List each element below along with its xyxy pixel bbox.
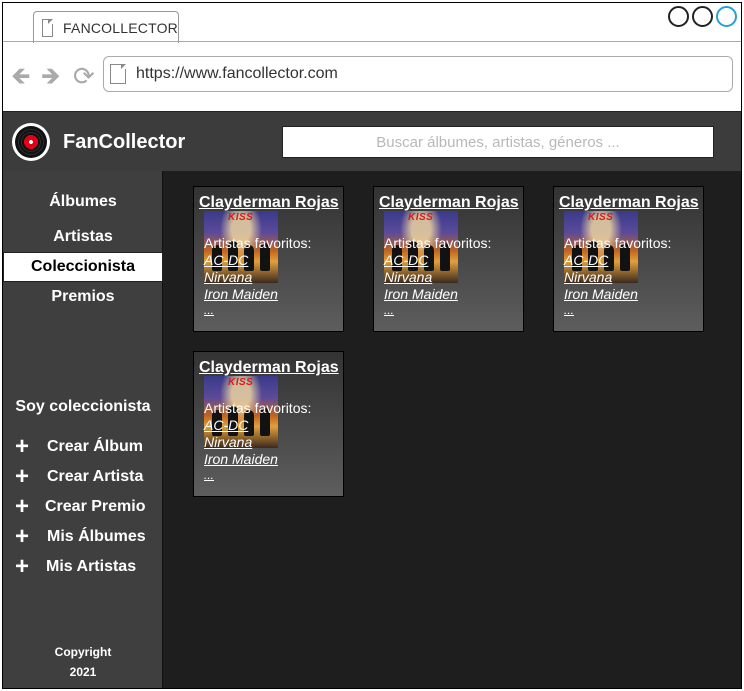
collector-card[interactable]: KISS Clayderman Rojas Artistas favoritos… [373, 186, 524, 332]
tab-title: FANCOLLECTOR [63, 19, 178, 36]
minimize-button[interactable] [668, 6, 689, 27]
my-albums-button[interactable]: + Mis Álbumes [13, 523, 163, 550]
create-artist-button[interactable]: + Crear Artista [13, 463, 163, 490]
more-link[interactable]: ... [204, 468, 214, 482]
my-artists-button[interactable]: + Mis Artistas [13, 553, 163, 580]
collector-section-title: Soy coleccionista [15, 398, 151, 415]
artist-link[interactable]: AC-DC [564, 252, 608, 268]
app-header: FanCollector [3, 111, 741, 171]
collector-card[interactable]: KISS Clayderman Rojas Artistas favoritos… [553, 186, 704, 332]
plus-icon: + [14, 553, 29, 580]
more-link[interactable]: ... [384, 303, 394, 317]
vinyl-logo-icon[interactable] [12, 123, 50, 161]
plus-icon: + [14, 493, 29, 520]
artist-link[interactable]: AC-DC [204, 252, 248, 268]
window-controls [668, 6, 737, 27]
browser-window: FANCOLLECTOR 🡸 🡺 ⟳ https://www.fancollec… [2, 2, 742, 689]
browser-tab[interactable]: FANCOLLECTOR [33, 11, 179, 43]
cover-logo: KISS [408, 212, 434, 223]
artist-link[interactable]: Iron Maiden [204, 451, 278, 467]
cover-logo: KISS [588, 212, 614, 223]
artist-link[interactable]: Nirvana [564, 269, 612, 285]
collector-card[interactable]: KISS Clayderman Rojas Artistas favoritos… [193, 186, 344, 332]
url-text[interactable]: https://www.fancollector.com [136, 65, 338, 83]
cover-logo: KISS [228, 212, 254, 223]
action-label: Mis Artistas [46, 558, 137, 575]
arrow-right-icon[interactable]: 🡺 [41, 65, 61, 89]
action-label: Crear Premio [45, 498, 146, 515]
action-label: Crear Artista [47, 468, 144, 485]
sidebar: Álbumes Artistas Coleccionista Premios S… [3, 171, 163, 688]
artist-link[interactable]: Iron Maiden [204, 286, 278, 302]
arrow-left-icon[interactable]: 🡸 [11, 65, 31, 89]
collector-name-link[interactable]: Clayderman Rojas [559, 194, 699, 212]
copyright-year: 2021 [69, 665, 97, 679]
page-icon [110, 64, 126, 84]
collectors-grid: KISS Clayderman Rojas Artistas favoritos… [163, 171, 741, 688]
page-icon [42, 18, 54, 37]
address-bar[interactable]: https://www.fancollector.com [103, 56, 733, 92]
action-label: Crear Álbum [47, 438, 144, 455]
artist-link[interactable]: AC-DC [384, 252, 428, 268]
artist-link[interactable]: AC-DC [204, 417, 248, 433]
more-link[interactable]: ... [204, 303, 214, 317]
create-award-button[interactable]: + Crear Premio [13, 493, 163, 520]
action-label: Mis Álbumes [47, 528, 146, 545]
artist-link[interactable]: Nirvana [384, 269, 432, 285]
cover-logo: KISS [228, 377, 254, 388]
copyright-label: Copyright [54, 645, 112, 659]
artist-link[interactable]: Iron Maiden [384, 286, 458, 302]
plus-icon: + [14, 433, 29, 460]
favorites-label: Artistas favoritos: [204, 235, 312, 251]
favorites-label: Artistas favoritos: [204, 400, 312, 416]
favorites-label: Artistas favoritos: [384, 235, 492, 251]
more-link[interactable]: ... [564, 303, 574, 317]
favorites-label: Artistas favoritos: [564, 235, 672, 251]
sidebar-item-artistas[interactable]: Artistas [3, 228, 163, 246]
search-input[interactable] [283, 127, 713, 157]
app-title[interactable]: FanCollector [63, 131, 185, 154]
sidebar-item-coleccionista[interactable]: Coleccionista [3, 252, 163, 282]
artist-link[interactable]: Nirvana [204, 434, 252, 450]
sidebar-item-albumes[interactable]: Álbumes [3, 193, 163, 211]
search-bar[interactable] [282, 126, 714, 158]
maximize-button[interactable] [692, 6, 713, 27]
collector-name-link[interactable]: Clayderman Rojas [199, 194, 339, 212]
refresh-icon[interactable]: ⟳ [73, 63, 95, 89]
plus-icon: + [14, 463, 29, 490]
create-album-button[interactable]: + Crear Álbum [13, 433, 163, 460]
plus-icon: + [14, 523, 29, 550]
close-button[interactable] [716, 6, 737, 27]
tab-divider [3, 41, 741, 42]
collector-card[interactable]: KISS Clayderman Rojas Artistas favoritos… [193, 351, 344, 497]
collector-name-link[interactable]: Clayderman Rojas [379, 194, 519, 212]
sidebar-item-premios[interactable]: Premios [3, 288, 163, 306]
artist-link[interactable]: Iron Maiden [564, 286, 638, 302]
collector-name-link[interactable]: Clayderman Rojas [199, 359, 339, 377]
artist-link[interactable]: Nirvana [204, 269, 252, 285]
